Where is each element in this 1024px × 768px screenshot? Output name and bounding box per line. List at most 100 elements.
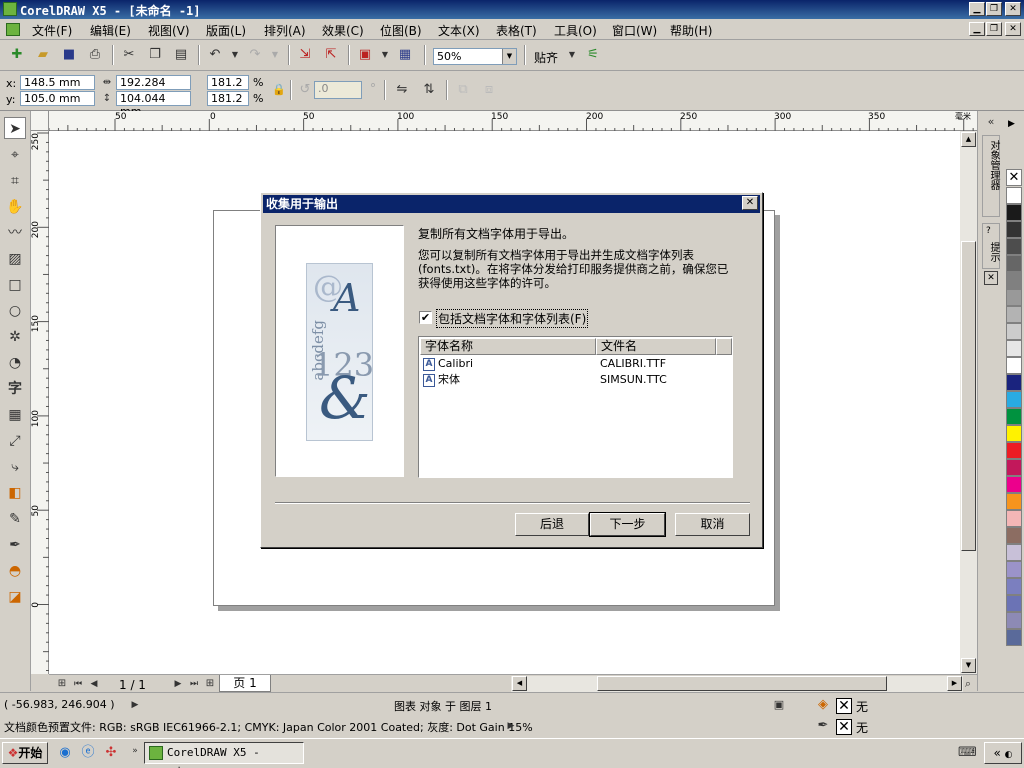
horizontal-scrollbar[interactable]: ◀ ▶	[511, 676, 963, 692]
export-icon[interactable]: ⇱	[322, 46, 340, 64]
color-swatch[interactable]	[1006, 544, 1022, 561]
color-swatch[interactable]	[1006, 255, 1022, 272]
start-button[interactable]: ❖开始	[2, 742, 48, 764]
browser-icon[interactable]: ◉	[56, 744, 74, 762]
paste-icon[interactable]: ▤	[172, 46, 190, 64]
mirror-vertical-icon[interactable]: ⇅	[420, 81, 438, 99]
freehand-tool-icon[interactable]: 〰	[4, 222, 26, 244]
color-swatch[interactable]	[1006, 476, 1022, 493]
scroll-up-icon[interactable]: ▲	[961, 132, 976, 147]
fill-none-swatch[interactable]: ✕	[836, 698, 852, 714]
menu-table[interactable]: 表格(T)	[496, 22, 537, 39]
page-tab-1[interactable]: 页 1	[219, 675, 271, 692]
document-icon[interactable]	[6, 23, 20, 36]
eyedropper-tool-icon[interactable]: ✎	[4, 508, 26, 530]
ie-icon[interactable]: ⓔ	[79, 744, 97, 762]
quicklaunch-more-icon[interactable]: »	[126, 742, 144, 760]
ellipse-tool-icon[interactable]: ○	[4, 300, 26, 322]
color-swatch[interactable]	[1006, 391, 1022, 408]
palette-scroll-up-icon[interactable]: ▶	[1008, 119, 1015, 129]
menu-help[interactable]: 帮助(H)	[670, 22, 712, 39]
keyboard-icon[interactable]: ⌨	[958, 744, 977, 762]
outline-tool-icon[interactable]: ✒	[4, 534, 26, 556]
scroll-left-icon[interactable]: ◀	[512, 676, 527, 691]
color-swatch[interactable]	[1006, 493, 1022, 510]
next-button[interactable]: 下一步	[589, 512, 666, 537]
doc-restore-button[interactable]: ❐	[986, 22, 1002, 36]
redo-icon[interactable]: ↷	[246, 46, 264, 64]
font-row[interactable]: A 宋体	[423, 372, 460, 388]
color-swatch[interactable]	[1006, 357, 1022, 374]
doc-minimize-button[interactable]: ▁	[969, 22, 985, 36]
menu-window[interactable]: 窗口(W)	[612, 22, 657, 39]
color-swatch[interactable]	[1006, 459, 1022, 476]
smart-fill-icon[interactable]: ▨	[4, 248, 26, 270]
minimize-button[interactable]: ▁	[969, 2, 985, 16]
fill-tool-icon[interactable]: ◓	[4, 560, 26, 582]
cancel-button[interactable]: 取消	[675, 513, 750, 536]
basic-shapes-icon[interactable]: ◔	[4, 352, 26, 374]
print-icon[interactable]: ⎙	[86, 46, 104, 64]
connector-tool-icon[interactable]: ⤷	[4, 456, 26, 478]
rotation-field[interactable]: .0	[314, 81, 362, 99]
zoom-navigator-icon[interactable]: ⌕	[959, 675, 977, 693]
redo-dropdown-icon[interactable]: ▼	[266, 46, 284, 64]
coreldraw-app-icon[interactable]	[3, 2, 17, 16]
menu-bitmaps[interactable]: 位图(B)	[380, 22, 422, 39]
vertical-scroll-thumb[interactable]	[961, 241, 976, 551]
color-swatch[interactable]	[1006, 527, 1022, 544]
color-swatch[interactable]	[1006, 323, 1022, 340]
color-swatch[interactable]	[1006, 408, 1022, 425]
close-button[interactable]: ✕	[1005, 2, 1021, 16]
outline-none-swatch[interactable]: ✕	[836, 719, 852, 735]
color-swatch[interactable]	[1006, 578, 1022, 595]
color-swatch[interactable]	[1006, 442, 1022, 459]
scroll-down-icon[interactable]: ▼	[961, 658, 976, 673]
cut-icon[interactable]: ✂	[120, 46, 138, 64]
snap-to-button[interactable]: 贴齐	[534, 49, 558, 66]
column-header-file-name[interactable]: 文件名	[596, 338, 716, 355]
color-swatch[interactable]	[1006, 561, 1022, 578]
vertical-scrollbar[interactable]: ▲ ▼	[960, 131, 977, 674]
column-header-font-name[interactable]: 字体名称	[420, 338, 596, 355]
color-swatch[interactable]	[1006, 595, 1022, 612]
color-swatch[interactable]	[1006, 612, 1022, 629]
undo-icon[interactable]: ↶	[206, 46, 224, 64]
pick-tool-icon[interactable]: ➤	[4, 117, 26, 139]
doc-close-button[interactable]: ✕	[1005, 22, 1021, 36]
taskbar-coreldraw-item[interactable]: CorelDRAW X5 - [未...	[144, 742, 304, 768]
app-shortcut-icon[interactable]: ✣	[102, 744, 120, 762]
height-field[interactable]: 104.044 mm	[116, 91, 191, 118]
color-swatch[interactable]	[1006, 289, 1022, 306]
tray-expand-button[interactable]: « ◐	[984, 742, 1022, 764]
add-page-after-icon[interactable]: ⊞	[201, 675, 219, 693]
dialog-close-button[interactable]: ✕	[742, 196, 758, 210]
horizontal-ruler[interactable]: 50 0 50 100 150 200 250 300 350 毫米	[49, 111, 977, 131]
width-field[interactable]: 192.284 mm	[116, 75, 191, 102]
ungroup-icon[interactable]: ⧈	[480, 81, 498, 99]
polygon-tool-icon[interactable]: ✲	[4, 326, 26, 348]
undo-dropdown-icon[interactable]: ▼	[226, 46, 244, 64]
include-fonts-label[interactable]: 包括文档字体和字体列表(F)	[436, 309, 589, 328]
profile-expand-icon[interactable]: ▶	[502, 717, 520, 735]
open-icon[interactable]: ▰	[34, 46, 52, 64]
menu-text[interactable]: 文本(X)	[438, 22, 480, 39]
dimension-tool-icon[interactable]: ⤢	[4, 430, 26, 452]
color-swatch[interactable]	[1006, 340, 1022, 357]
blend-tool-icon[interactable]: ◧	[4, 482, 26, 504]
menu-edit[interactable]: 编辑(E)	[90, 22, 131, 39]
chevron-down-icon[interactable]: ▼	[502, 49, 516, 64]
new-icon[interactable]: ✚	[8, 46, 26, 64]
hints-tab[interactable]: ? 提示	[982, 223, 1000, 269]
shape-tool-icon[interactable]: ⌖	[4, 144, 26, 166]
rectangle-tool-icon[interactable]: □	[4, 274, 26, 296]
interactive-fill-icon[interactable]: ◪	[4, 586, 26, 608]
text-tool-icon[interactable]: 字	[4, 378, 26, 400]
collapse-dockers-icon[interactable]: «	[982, 113, 1000, 131]
vertical-ruler[interactable]: 250 200 150 100 50 0	[31, 131, 49, 674]
font-list[interactable]: 字体名称 文件名 A Calibri CALIBRI.TTF A 宋体 SIMSUN…	[418, 336, 733, 478]
expand-arrow-icon[interactable]: ▶	[126, 696, 144, 714]
menu-effects[interactable]: 效果(C)	[322, 22, 364, 39]
color-swatch[interactable]	[1006, 629, 1022, 646]
menu-view[interactable]: 视图(V)	[148, 22, 190, 39]
